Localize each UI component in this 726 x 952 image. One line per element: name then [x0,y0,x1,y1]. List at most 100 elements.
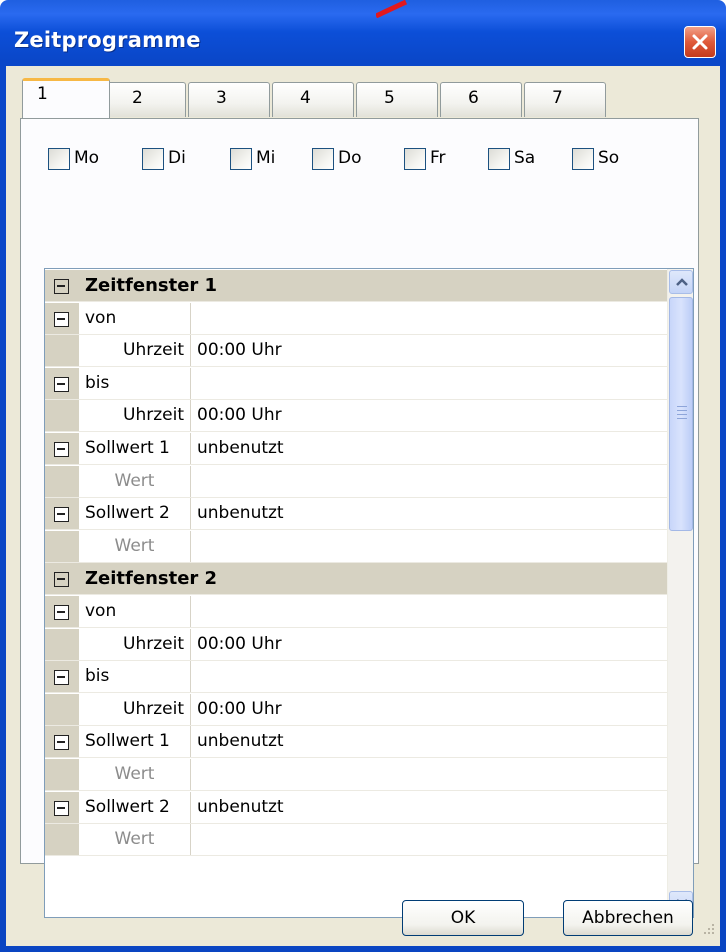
grid-row[interactable]: Wert [45,530,667,563]
property-name: bis [79,661,191,693]
property-value[interactable]: unbenutzt [197,433,284,464]
dialog-window: Zeitprogramme 1234567 Mo Di Mi Do Fr Sa So Zei… [0,0,726,952]
property-value[interactable]: 00:00 Uhr [197,335,282,366]
property-name: Wert [79,530,191,562]
collapse-icon[interactable] [54,311,69,327]
grid-row[interactable]: Wert [45,824,667,857]
row-gutter [45,628,79,660]
grid-section[interactable]: Zeitfenster 2 [45,563,667,596]
tab-4[interactable]: 4 [272,82,354,117]
resize-grip-icon[interactable] [698,920,716,938]
property-name: Uhrzeit [79,400,191,432]
grid-row[interactable]: bis [45,367,667,400]
collapse-icon[interactable] [54,735,69,751]
property-grid[interactable]: Zeitfenster 1 von Uhrzeit 00:00 Uhr bis Uhrze… [44,268,694,918]
checkbox-box[interactable] [142,148,164,170]
property-name: Sollwert 1 [79,726,191,758]
dialog-body: 1234567 Mo Di Mi Do Fr Sa So Zeitfenster 1 von U… [6,66,720,946]
scroll-up-button[interactable] [669,270,693,294]
property-value[interactable]: 00:00 Uhr [197,400,282,431]
property-name: von [79,302,191,334]
cancel-button[interactable]: Abbrechen [563,900,693,936]
close-button[interactable] [684,26,716,58]
close-icon [692,34,708,50]
property-value[interactable]: unbenutzt [197,498,284,529]
property-name: Sollwert 2 [79,791,191,823]
window-title: Zeitprogramme [14,28,201,52]
property-name: Uhrzeit [79,628,191,660]
grid-row[interactable]: Uhrzeit 00:00 Uhr [45,628,667,661]
collapse-icon[interactable] [54,670,69,686]
checkbox-label: So [598,148,620,168]
grid-row[interactable]: Wert [45,465,667,498]
tab-1[interactable]: 1 [22,78,110,118]
checkbox-box[interactable] [572,148,594,170]
collapse-icon[interactable] [54,442,69,457]
grid-row[interactable]: Sollwert 1 unbenutzt [45,726,667,759]
property-name: Wert [79,824,191,856]
property-name: Uhrzeit [79,335,191,367]
grid-row[interactable]: Uhrzeit 00:00 Uhr [45,335,667,368]
property-name: Wert [79,759,191,790]
property-value[interactable]: unbenutzt [197,792,284,823]
tab-2[interactable]: 2 [104,82,186,117]
collapse-icon[interactable] [54,605,69,620]
grip-line [677,414,687,415]
vertical-scrollbar[interactable] [667,269,693,917]
checkbox-label: Do [338,148,362,168]
collapse-icon[interactable] [54,279,69,294]
collapse-icon[interactable] [54,800,69,816]
tab-6[interactable]: 6 [440,82,522,117]
checkbox-label: Mi [256,148,276,168]
section-title: Zeitfenster 2 [85,568,218,590]
grid-row[interactable]: von [45,596,667,628]
grip-line [677,406,687,407]
checkbox-box[interactable] [488,148,510,170]
grid-section[interactable]: Zeitfenster 1 [45,270,667,302]
tab-3[interactable]: 3 [188,82,270,117]
section-title: Zeitfenster 1 [85,275,218,296]
chevron-up-icon [676,278,688,286]
checkbox-label: Fr [430,148,446,168]
checkbox-box[interactable] [404,148,426,170]
checkbox-label: Sa [514,148,536,168]
checkbox-label: Di [168,148,186,168]
row-gutter [45,693,79,725]
grid-row[interactable]: Uhrzeit 00:00 Uhr [45,693,667,726]
property-value[interactable]: unbenutzt [197,726,284,757]
checkbox-box[interactable] [48,148,70,170]
row-gutter [45,530,79,562]
tab-5[interactable]: 5 [356,82,438,117]
ok-button[interactable]: OK [402,900,524,936]
row-gutter [45,400,79,432]
collapse-icon[interactable] [54,376,69,392]
row-gutter [45,759,79,790]
property-value[interactable]: 00:00 Uhr [197,694,282,725]
grid-row[interactable]: bis [45,661,667,694]
checkbox-box[interactable] [312,148,334,170]
tab-7[interactable]: 7 [524,82,606,117]
grip-line [677,418,687,419]
collapse-icon[interactable] [54,572,69,588]
grid-row[interactable]: Uhrzeit 00:00 Uhr [45,400,667,433]
property-name: Sollwert 1 [79,433,191,464]
row-gutter [45,824,79,856]
checkbox-label: Mo [74,148,100,168]
grip-line [677,410,687,411]
red-arrow-icon [376,0,408,18]
property-value[interactable]: 00:00 Uhr [197,629,282,660]
scroll-thumb[interactable] [669,297,693,531]
grid-row[interactable]: von [45,302,667,335]
grid-row[interactable]: Sollwert 1 unbenutzt [45,433,667,465]
row-gutter [45,465,79,497]
property-name: Sollwert 2 [79,498,191,530]
checkbox-box[interactable] [230,148,252,170]
row-gutter [45,335,79,367]
grid-row[interactable]: Sollwert 2 unbenutzt [45,498,667,531]
grid-row[interactable]: Sollwert 2 unbenutzt [45,791,667,824]
collapse-icon[interactable] [54,507,69,523]
property-name: Uhrzeit [79,693,191,725]
grid-row[interactable]: Wert [45,759,667,791]
property-name: Wert [79,465,191,497]
property-name: von [79,596,191,627]
